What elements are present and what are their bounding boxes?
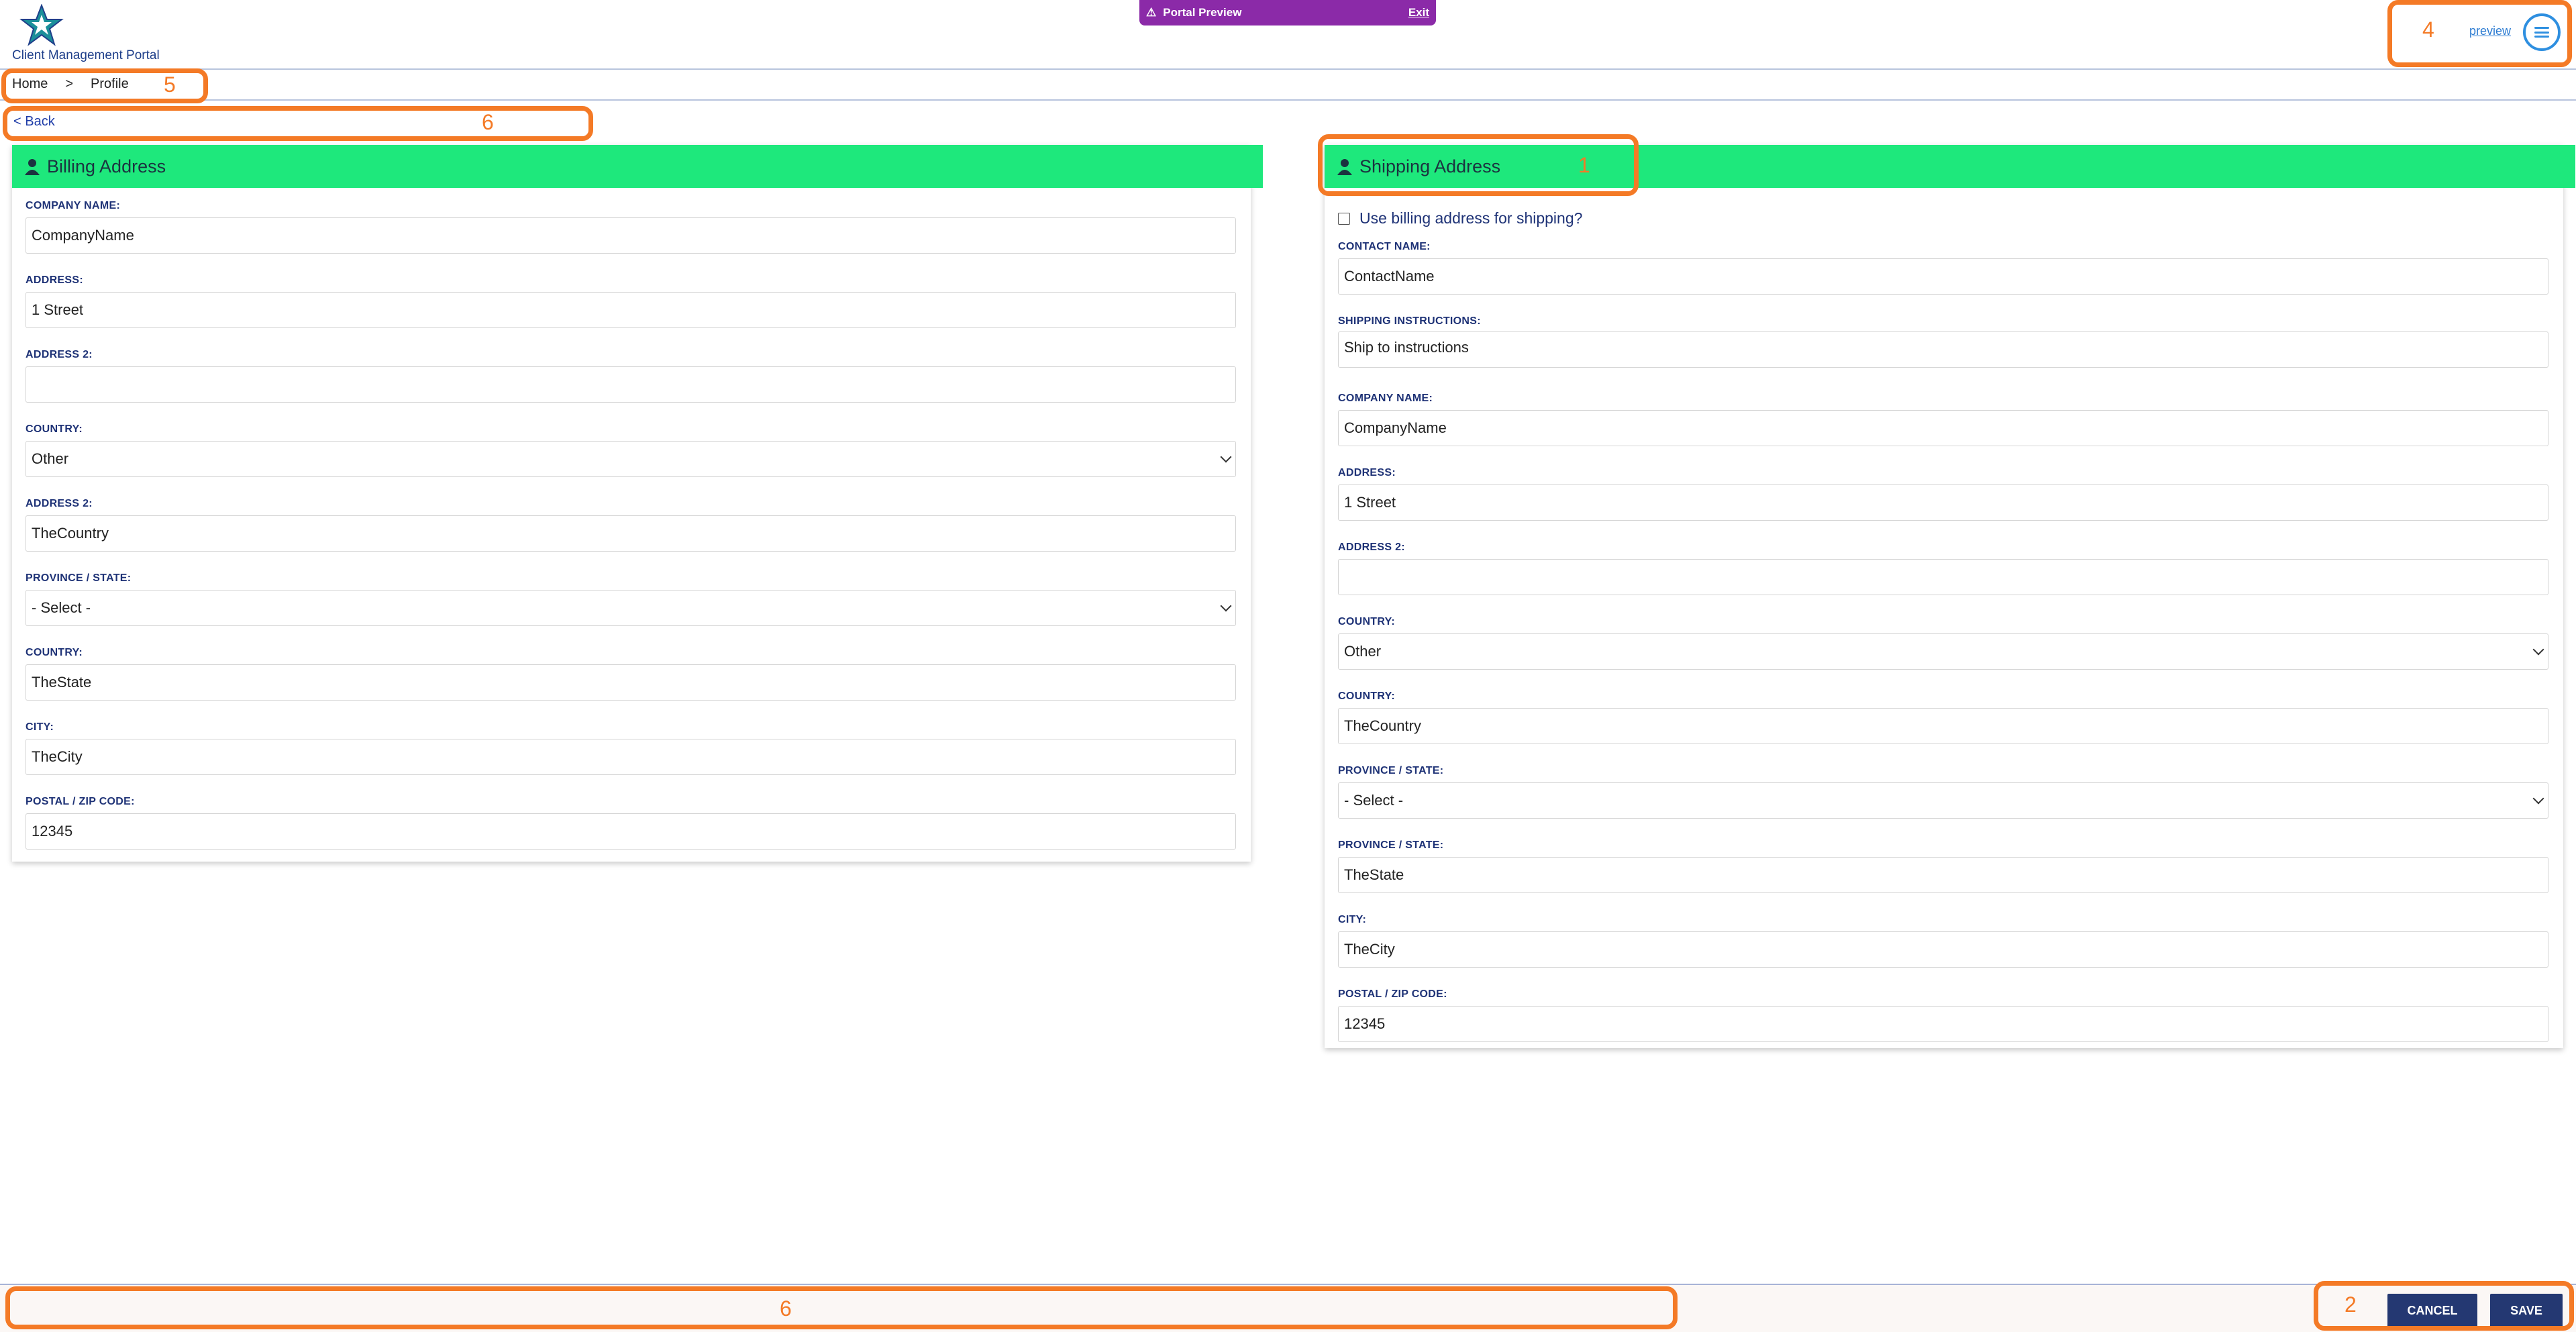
city-field[interactable]: TheCity — [1338, 931, 2548, 968]
country-text-field[interactable]: TheCountry — [25, 515, 1236, 552]
province-state-select[interactable]: - Select - — [25, 590, 1236, 626]
chevron-down-icon — [1220, 600, 1232, 612]
chevron-down-icon — [2532, 644, 2544, 656]
logo-star-icon — [19, 4, 64, 46]
country-select-value: Other — [1344, 643, 1382, 660]
country-select[interactable]: Other — [1338, 633, 2548, 670]
billing-title: Billing Address — [47, 156, 166, 176]
banner-title: Portal Preview — [1163, 6, 1242, 19]
use-billing-checkbox-row[interactable]: Use billing address for shipping? — [1338, 209, 1582, 227]
country-select-value: Other — [32, 450, 69, 467]
header-divider — [0, 68, 2576, 70]
state-text-field[interactable]: TheState — [25, 664, 1236, 701]
address-field[interactable]: 1 Street — [1338, 484, 2548, 521]
city-field[interactable]: TheCity — [25, 739, 1236, 775]
annotation-number-2: 2 — [2345, 1292, 2357, 1317]
use-billing-checkbox[interactable] — [1338, 212, 1350, 225]
person-icon — [25, 159, 40, 175]
field-label: COMPANY NAME: — [1338, 393, 1433, 404]
company-name-field[interactable]: CompanyName — [25, 217, 1236, 254]
exit-preview-link[interactable]: Exit — [1408, 6, 1429, 19]
billing-address-panel: Billing Address COMPANY NAME: CompanyNam… — [12, 145, 1263, 862]
chevron-down-icon — [1220, 451, 1232, 463]
logo-text: Client Management Portal — [12, 48, 160, 62]
field-label: CONTACT NAME: — [1338, 241, 1431, 252]
billing-panel-header: Billing Address — [12, 145, 1263, 188]
field-label: ADDRESS 2: — [25, 349, 93, 360]
field-label: COMPANY NAME: — [25, 200, 121, 211]
field-label: SHIPPING INSTRUCTIONS: — [1338, 315, 1481, 327]
annotation-box-4 — [2387, 0, 2572, 67]
annotation-box-6-back — [3, 106, 593, 141]
annotation-number-5: 5 — [164, 72, 176, 97]
postal-code-field[interactable]: 12345 — [1338, 1006, 2548, 1042]
field-label: POSTAL / ZIP CODE: — [1338, 988, 1447, 1000]
annotation-number-6-footer: 6 — [780, 1296, 792, 1321]
field-label: COUNTRY: — [25, 647, 83, 658]
address-2-field[interactable] — [1338, 559, 2548, 595]
field-label: ADDRESS 2: — [1338, 542, 1405, 553]
portal-preview-banner: ⚠ Portal Preview Exit — [1139, 0, 1436, 25]
field-label: ADDRESS: — [1338, 467, 1396, 478]
breadcrumb-divider — [0, 99, 2576, 101]
field-label: ADDRESS: — [25, 274, 83, 286]
annotation-number-6-back: 6 — [482, 110, 494, 134]
field-label: PROVINCE / STATE: — [1338, 765, 1444, 776]
province-select-value: - Select - — [1344, 792, 1404, 809]
province-state-select[interactable]: - Select - — [1338, 782, 2548, 819]
field-label: COUNTRY: — [1338, 690, 1396, 702]
field-label: COUNTRY: — [1338, 616, 1396, 627]
country-select[interactable]: Other — [25, 441, 1236, 477]
field-label: ADDRESS 2: — [25, 498, 93, 509]
country-text-field[interactable]: TheCountry — [1338, 708, 2548, 744]
shipping-address-panel: Shipping Address Use billing address for… — [1325, 145, 2575, 1048]
contact-name-field[interactable]: ContactName — [1338, 258, 2548, 295]
field-label: PROVINCE / STATE: — [25, 572, 132, 584]
field-label: CITY: — [25, 721, 54, 733]
address-field[interactable]: 1 Street — [25, 292, 1236, 328]
company-name-field[interactable]: CompanyName — [1338, 410, 2548, 446]
field-label: PROVINCE / STATE: — [1338, 839, 1444, 851]
field-label: CITY: — [1338, 914, 1367, 925]
chevron-down-icon — [2532, 792, 2544, 805]
field-label: COUNTRY: — [25, 423, 83, 435]
annotation-box-6-footer — [5, 1286, 1678, 1329]
address-2-field[interactable] — [25, 366, 1236, 403]
annotation-number-1: 1 — [1578, 153, 1590, 177]
warning-icon: ⚠ — [1146, 6, 1157, 19]
field-label: POSTAL / ZIP CODE: — [25, 796, 135, 807]
annotation-number-4: 4 — [2422, 17, 2434, 42]
province-select-value: - Select - — [32, 599, 91, 616]
state-text-field[interactable]: TheState — [1338, 857, 2548, 893]
annotation-box-5 — [1, 68, 208, 103]
use-billing-label: Use billing address for shipping? — [1359, 209, 1583, 227]
shipping-instructions-field[interactable]: Ship to instructions — [1338, 331, 2548, 368]
postal-code-field[interactable]: 12345 — [25, 813, 1236, 850]
annotation-box-1 — [1318, 134, 1639, 196]
